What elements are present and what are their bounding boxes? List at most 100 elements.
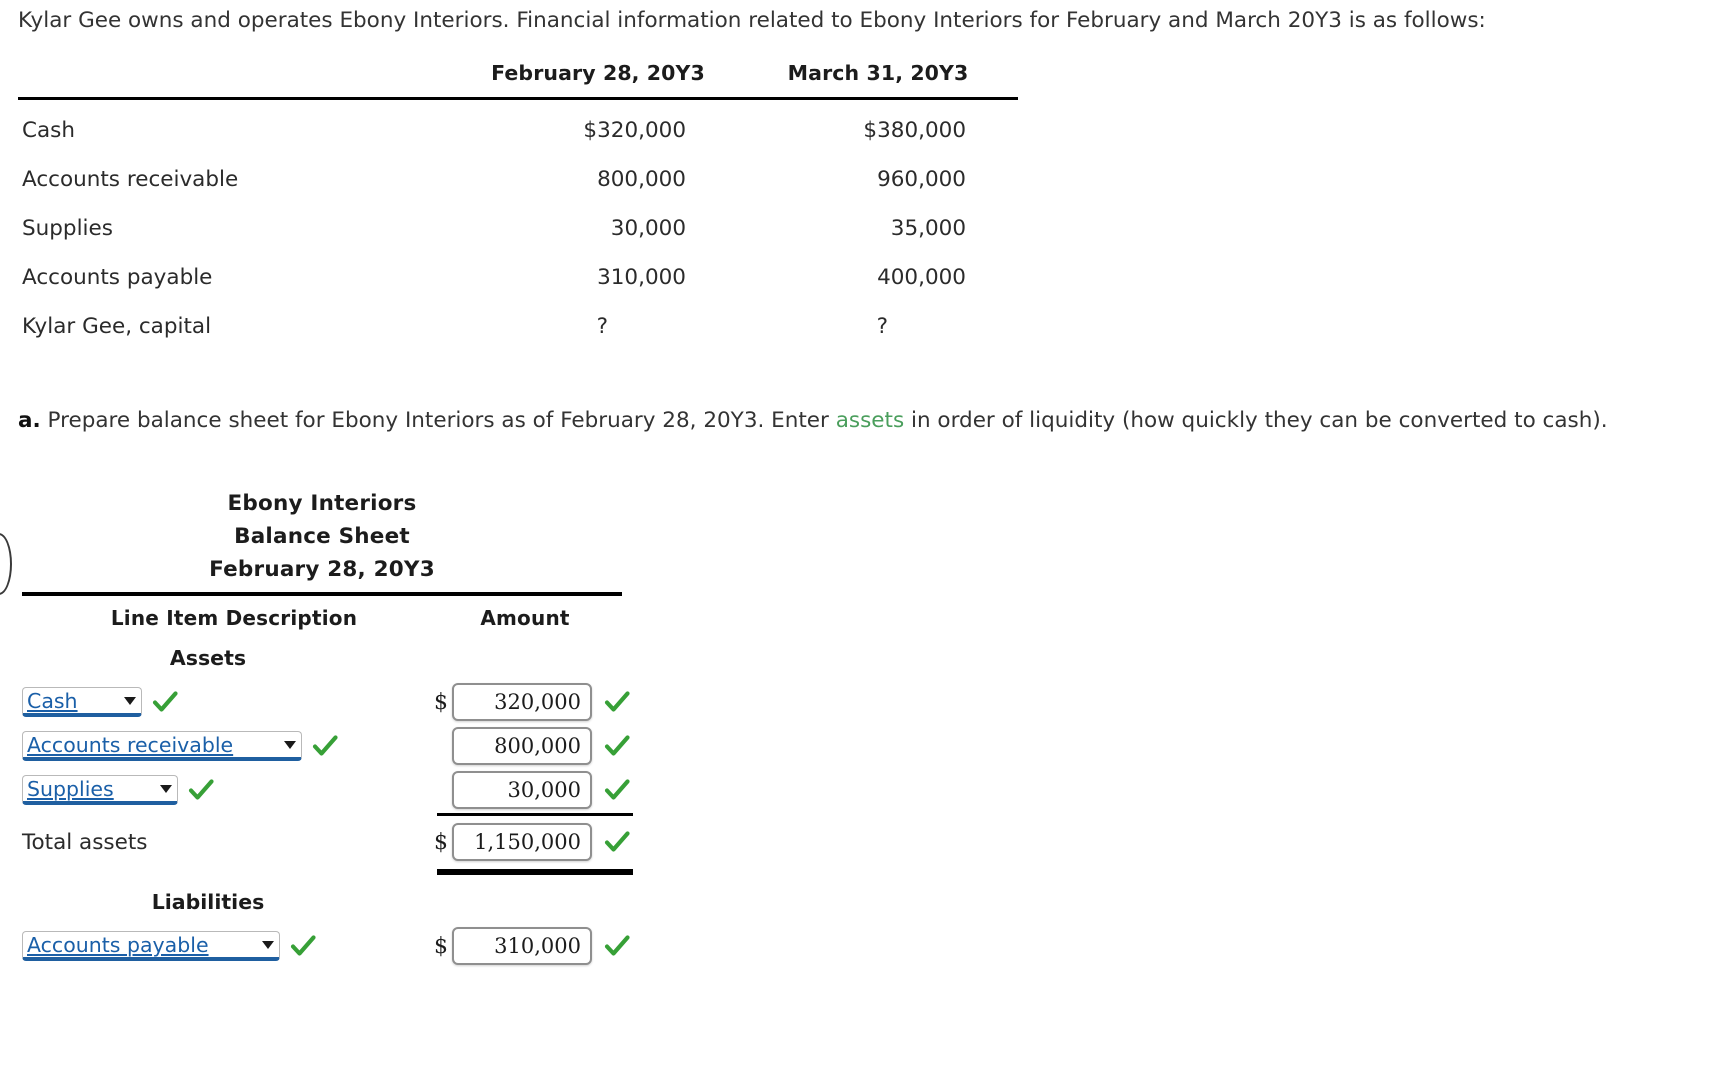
row-label: Accounts receivable (18, 155, 458, 204)
chevron-down-icon (284, 741, 296, 749)
total-assets-amount: $ (434, 817, 622, 864)
section-header-assets: Assets (22, 642, 622, 680)
header-blank (18, 55, 458, 99)
dollar-sign: $ (434, 690, 452, 715)
check-mark-icon (604, 777, 630, 803)
account-select-cash[interactable]: Cash (22, 687, 142, 717)
asset-row-cash-amount: $ (434, 680, 622, 724)
asset-row-supplies: Supplies $ (22, 768, 622, 812)
row-mar-value: $380,000 (738, 99, 1018, 156)
accounts-receivable-select-wrapper: Accounts receivable (22, 731, 338, 761)
accounts-receivable-amount-group: $ (434, 727, 622, 765)
check-mark-icon (604, 933, 630, 959)
dollar-sign: $ (434, 830, 452, 855)
supplies-amount-group: $ (434, 771, 622, 809)
section-header-liabilities: Liabilities (22, 886, 622, 924)
row-feb-value: $320,000 (458, 99, 738, 156)
row-mar-value: 400,000 (738, 253, 1018, 302)
asset-row-supplies-amount: $ (434, 768, 622, 812)
spacer-cell-right (434, 876, 622, 886)
asset-row-accounts-receivable: Accounts receivable $ (22, 724, 622, 768)
chevron-down-icon (124, 697, 136, 705)
total-assets-label: Total assets (22, 817, 434, 864)
financial-table-head: February 28, 20Y3 March 31, 20Y3 (18, 55, 1018, 99)
account-select-accounts-receivable[interactable]: Accounts receivable (22, 731, 302, 761)
amount-input-accounts-payable[interactable] (452, 927, 592, 965)
section-label-liabilities: Liabilities (22, 886, 434, 924)
double-rule-line (437, 869, 633, 875)
asset-row-accounts-receivable-amount: $ (434, 724, 622, 768)
account-select-supplies[interactable]: Supplies (22, 775, 178, 805)
financial-data-table: February 28, 20Y3 March 31, 20Y3 Cash $3… (18, 55, 1018, 351)
balance-sheet-table: Line Item Description Amount Assets Cash (22, 596, 622, 968)
asset-row-cash-description: Cash (22, 680, 434, 724)
row-feb-value: 800,000 (458, 155, 738, 204)
accounts-payable-select-wrapper: Accounts payable (22, 931, 316, 961)
part-a-text-after: in order of liquidity (how quickly they … (911, 408, 1608, 433)
row-feb-value: 310,000 (458, 253, 738, 302)
amount-input-accounts-receivable[interactable] (452, 727, 592, 765)
row-label: Cash (18, 99, 458, 156)
part-a-instructions: a. Prepare balance sheet for Ebony Inter… (18, 402, 1734, 440)
section-assets-amount-blank (434, 642, 622, 680)
table-row: Accounts receivable 800,000 960,000 (18, 155, 1018, 204)
row-feb-value: 30,000 (458, 204, 738, 253)
spacer-cell-left (22, 876, 434, 886)
part-a-highlight-assets: assets (836, 408, 904, 433)
table-row: Kylar Gee, capital ? ? (18, 302, 1018, 351)
balance-sheet-company: Ebony Interiors (22, 487, 622, 520)
check-mark-icon (604, 733, 630, 759)
asset-row-cash: Cash $ (22, 680, 622, 724)
section-liabilities-amount-blank (434, 886, 622, 924)
part-a-text-before: Prepare balance sheet for Ebony Interior… (48, 408, 829, 433)
part-a-marker: a. (18, 408, 41, 433)
total-assets-row: Total assets $ (22, 817, 622, 864)
header-march: March 31, 20Y3 (738, 55, 1018, 99)
single-rule-line (437, 813, 633, 816)
liability-row-accounts-payable-description: Accounts payable (22, 924, 434, 968)
balance-sheet-date: February 28, 20Y3 (22, 553, 622, 586)
account-select-accounts-payable[interactable]: Accounts payable (22, 931, 280, 961)
row-label: Kylar Gee, capital (18, 302, 458, 351)
supplies-select-wrapper: Supplies (22, 775, 214, 805)
row-feb-value: ? (458, 302, 738, 351)
total-assets-double-rule-cell (434, 864, 622, 876)
account-select-accounts-receivable-value: Accounts receivable (27, 733, 247, 757)
total-assets-amount-group: $ (434, 823, 622, 861)
row-mar-value: ? (738, 302, 1018, 351)
intro-paragraph: Kylar Gee owns and operates Ebony Interi… (18, 6, 1734, 36)
financial-table-body: Cash $320,000 $380,000 Accounts receivab… (18, 99, 1018, 352)
dollar-sign: $ (434, 934, 452, 959)
check-mark-icon (312, 733, 338, 759)
section-label-assets: Assets (22, 642, 434, 680)
account-select-accounts-payable-value: Accounts payable (27, 933, 223, 957)
liability-row-accounts-payable-amount: $ (434, 924, 622, 968)
balance-sheet-form: Ebony Interiors Balance Sheet February 2… (22, 487, 622, 968)
row-label: Accounts payable (18, 253, 458, 302)
row-mar-value: 35,000 (738, 204, 1018, 253)
cash-select-wrapper: Cash (22, 687, 178, 717)
amount-input-supplies[interactable] (452, 771, 592, 809)
page-edge-arc-artifact (0, 533, 12, 595)
table-header-row: February 28, 20Y3 March 31, 20Y3 (18, 55, 1018, 99)
total-assets-double-rule-blank (22, 864, 434, 876)
amount-input-cash[interactable] (452, 683, 592, 721)
total-assets-double-rule-row (22, 864, 622, 876)
asset-row-accounts-receivable-description: Accounts receivable (22, 724, 434, 768)
column-header-amount: Amount (434, 596, 622, 642)
amount-input-total-assets[interactable] (452, 823, 592, 861)
check-mark-icon (290, 933, 316, 959)
check-mark-icon (604, 689, 630, 715)
chevron-down-icon (262, 941, 274, 949)
section-spacer (22, 876, 622, 886)
check-mark-icon (152, 689, 178, 715)
row-mar-value: 960,000 (738, 155, 1018, 204)
account-select-cash-value: Cash (27, 689, 92, 713)
balance-sheet-header-row: Line Item Description Amount (22, 596, 622, 642)
balance-sheet-statement: Balance Sheet (22, 520, 622, 553)
accounts-payable-amount-group: $ (434, 927, 622, 965)
liability-row-accounts-payable: Accounts payable $ (22, 924, 622, 968)
account-select-supplies-value: Supplies (27, 777, 128, 801)
column-header-description: Line Item Description (22, 596, 434, 642)
check-mark-icon (604, 829, 630, 855)
